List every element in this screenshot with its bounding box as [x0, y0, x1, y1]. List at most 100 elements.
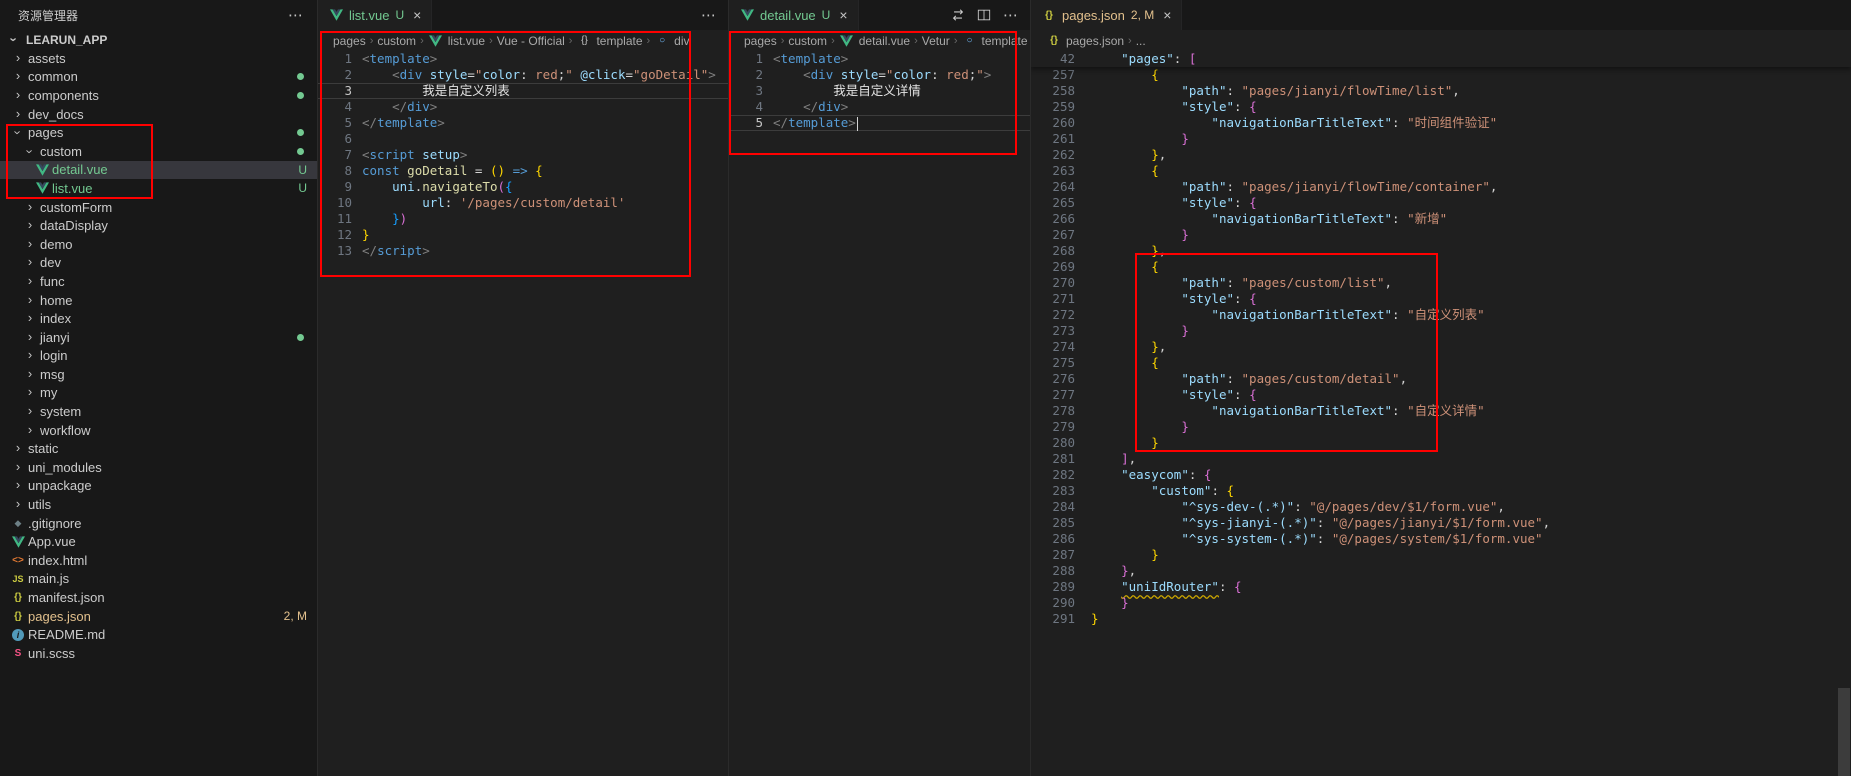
- code-line[interactable]: 266 "navigationBarTitleText": "新增": [1031, 211, 1851, 227]
- code-line[interactable]: 279 }: [1031, 419, 1851, 435]
- explorer-root-folder[interactable]: › LEARUN_APP: [0, 30, 317, 49]
- code-line[interactable]: 272 "navigationBarTitleText": "自定义列表": [1031, 307, 1851, 323]
- tab-close-icon[interactable]: ×: [839, 7, 847, 23]
- tree-item-index-html[interactable]: <>index.html: [0, 551, 317, 570]
- code-line[interactable]: 280 }: [1031, 435, 1851, 451]
- tree-item-pages[interactable]: ›pages: [0, 123, 317, 142]
- tree-item-pages-json[interactable]: {}pages.json2, M: [0, 607, 317, 626]
- breadcrumb-item[interactable]: pages: [333, 34, 366, 48]
- tab-pages-json[interactable]: {}pages.json2, M×: [1031, 0, 1182, 30]
- breadcrumb-item[interactable]: Vue - Official: [497, 34, 565, 48]
- code-line[interactable]: 282 "easycom": {: [1031, 467, 1851, 483]
- code-line[interactable]: 261 }: [1031, 131, 1851, 147]
- code-line[interactable]: 265 "style": {: [1031, 195, 1851, 211]
- code-line[interactable]: 257 {: [1031, 67, 1851, 83]
- code-line[interactable]: 277 "style": {: [1031, 387, 1851, 403]
- tree-item-system[interactable]: ›system: [0, 402, 317, 421]
- code-line[interactable]: 1<template>: [729, 51, 1030, 67]
- tree-item-unpackage[interactable]: ›unpackage: [0, 477, 317, 496]
- more-actions-icon[interactable]: ⋯: [288, 6, 303, 24]
- breadcrumb-item[interactable]: Vetur: [922, 34, 950, 48]
- tree-item-uni-scss[interactable]: Suni.scss: [0, 644, 317, 663]
- compare-editor-icon[interactable]: [951, 8, 965, 22]
- code-line[interactable]: 290 }: [1031, 595, 1851, 611]
- code-line[interactable]: 270 "path": "pages/custom/list",: [1031, 275, 1851, 291]
- code-line[interactable]: 6: [318, 131, 728, 147]
- split-editor-icon[interactable]: [977, 8, 991, 22]
- code-line[interactable]: 273 }: [1031, 323, 1851, 339]
- tree-item-assets[interactable]: ›assets: [0, 49, 317, 68]
- breadcrumb-item[interactable]: ○template: [961, 34, 1027, 48]
- breadcrumb-item[interactable]: list.vue: [428, 34, 485, 48]
- more-actions-icon[interactable]: ⋯: [701, 6, 716, 24]
- code-line[interactable]: 9 uni.navigateTo({: [318, 179, 728, 195]
- tree-item-uni-modules[interactable]: ›uni_modules: [0, 458, 317, 477]
- tree-item-detail-vue[interactable]: detail.vueU: [0, 161, 317, 180]
- tree-item-my[interactable]: ›my: [0, 384, 317, 403]
- tree-item-main-js[interactable]: JSmain.js: [0, 570, 317, 589]
- tab-close-icon[interactable]: ×: [1163, 7, 1171, 23]
- code-line[interactable]: 285 "^sys-jianyi-(.*)": "@/pages/jianyi/…: [1031, 515, 1851, 531]
- code-line[interactable]: 2 <div style="color: red;" @click="goDet…: [318, 67, 728, 83]
- code-line[interactable]: 286 "^sys-system-(.*)": "@/pages/system/…: [1031, 531, 1851, 547]
- tree-item-func[interactable]: ›func: [0, 272, 317, 291]
- code-line[interactable]: 264 "path": "pages/jianyi/flowTime/conta…: [1031, 179, 1851, 195]
- code-line[interactable]: 258 "path": "pages/jianyi/flowTime/list"…: [1031, 83, 1851, 99]
- code-line[interactable]: 11 }): [318, 211, 728, 227]
- code-line[interactable]: 1<template>: [318, 51, 728, 67]
- tree-item-dev[interactable]: ›dev: [0, 254, 317, 273]
- breadcrumb-item[interactable]: detail.vue: [839, 34, 910, 48]
- code-line[interactable]: 275 {: [1031, 355, 1851, 371]
- code-line[interactable]: 3 我是自定义详情: [729, 83, 1030, 99]
- tree-item-list-vue[interactable]: list.vueU: [0, 179, 317, 198]
- tree-item-common[interactable]: ›common: [0, 68, 317, 87]
- code-line[interactable]: 287 }: [1031, 547, 1851, 563]
- tree-item-customform[interactable]: ›customForm: [0, 198, 317, 217]
- tree-item-home[interactable]: ›home: [0, 291, 317, 310]
- code-line[interactable]: 42 "pages": [: [1031, 51, 1851, 67]
- tree-item-jianyi[interactable]: ›jianyi: [0, 328, 317, 347]
- code-line[interactable]: 283 "custom": {: [1031, 483, 1851, 499]
- breadcrumb-item[interactable]: {}template: [576, 34, 642, 48]
- breadcrumb-item[interactable]: ...: [1136, 34, 1146, 48]
- code-line[interactable]: 268 },: [1031, 243, 1851, 259]
- code-line[interactable]: 8const goDetail = () => {: [318, 163, 728, 179]
- tree-item-readme-md[interactable]: iREADME.md: [0, 625, 317, 644]
- code-line[interactable]: 4 </div>: [318, 99, 728, 115]
- code-line[interactable]: 10 url: '/pages/custom/detail': [318, 195, 728, 211]
- code-line[interactable]: 5</template>: [318, 115, 728, 131]
- code-line[interactable]: 284 "^sys-dev-(.*)": "@/pages/dev/$1/for…: [1031, 499, 1851, 515]
- code-line[interactable]: 12}: [318, 227, 728, 243]
- tree-item-utils[interactable]: ›utils: [0, 495, 317, 514]
- tab-close-icon[interactable]: ×: [413, 7, 421, 23]
- tree-item-dev-docs[interactable]: ›dev_docs: [0, 105, 317, 124]
- code-line[interactable]: 263 {: [1031, 163, 1851, 179]
- code-line[interactable]: 259 "style": {: [1031, 99, 1851, 115]
- code-line[interactable]: 7<script setup>: [318, 147, 728, 163]
- code-line[interactable]: 5</template>: [729, 115, 1030, 131]
- code-line[interactable]: 278 "navigationBarTitleText": "自定义详情": [1031, 403, 1851, 419]
- tree-item-datadisplay[interactable]: ›dataDisplay: [0, 216, 317, 235]
- code-line[interactable]: 4 </div>: [729, 99, 1030, 115]
- breadcrumb-item[interactable]: ○div: [654, 34, 689, 48]
- tree-item-manifest-json[interactable]: {}manifest.json: [0, 588, 317, 607]
- code-line[interactable]: 267 }: [1031, 227, 1851, 243]
- code-line[interactable]: 274 },: [1031, 339, 1851, 355]
- breadcrumb-item[interactable]: pages: [744, 34, 777, 48]
- tab-detail-vue[interactable]: detail.vueU×: [729, 0, 859, 30]
- tree-item-index[interactable]: ›index: [0, 309, 317, 328]
- tree-item-login[interactable]: ›login: [0, 347, 317, 366]
- code-line[interactable]: 289 "uniIdRouter": {: [1031, 579, 1851, 595]
- code-line[interactable]: 288 },: [1031, 563, 1851, 579]
- tree-item-gitignore[interactable]: ◆.gitignore: [0, 514, 317, 533]
- tree-item-msg[interactable]: ›msg: [0, 365, 317, 384]
- code-line[interactable]: 291}: [1031, 611, 1851, 627]
- breadcrumb-item[interactable]: custom: [377, 34, 416, 48]
- tree-item-demo[interactable]: ›demo: [0, 235, 317, 254]
- code-line[interactable]: 281 ],: [1031, 451, 1851, 467]
- code-line[interactable]: 3 我是自定义列表: [318, 83, 728, 99]
- breadcrumb-item[interactable]: {}pages.json: [1046, 34, 1124, 48]
- code-line[interactable]: 2 <div style="color: red;">: [729, 67, 1030, 83]
- code-line[interactable]: 269 {: [1031, 259, 1851, 275]
- code-line[interactable]: 276 "path": "pages/custom/detail",: [1031, 371, 1851, 387]
